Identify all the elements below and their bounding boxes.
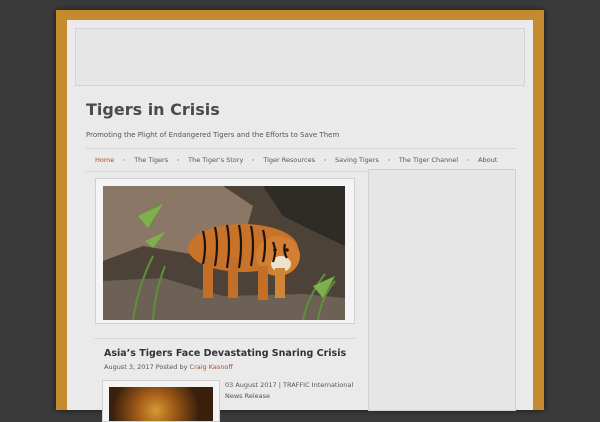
header-banner-area [75, 28, 525, 86]
nav-item-saving-tigers[interactable]: Saving Tigers [326, 156, 388, 164]
nav-item-tigers-story[interactable]: The Tiger’s Story [179, 156, 252, 164]
sidebar [368, 169, 516, 411]
content-divider [94, 338, 356, 339]
featured-tiger-image[interactable] [103, 186, 345, 320]
nav-item-about[interactable]: About [469, 156, 506, 164]
tiger-eye-thumbnail[interactable] [109, 387, 213, 421]
nav-item-tiger-resources[interactable]: Tiger Resources [254, 156, 324, 164]
nav-item-home[interactable]: Home [86, 156, 123, 164]
site-tagline: Promoting the Plight of Endangered Tiger… [86, 131, 340, 139]
post-date: August 3, 2017 [104, 363, 154, 371]
site-title[interactable]: Tigers in Crisis [86, 100, 220, 119]
nav-item-the-tigers[interactable]: The Tigers [125, 156, 177, 164]
post-meta: August 3, 2017 Posted by Craig Kasnoff [104, 363, 233, 371]
post-excerpt: 03 August 2017 | TRAFFIC International N… [225, 381, 354, 400]
tiger-illustration [103, 186, 345, 320]
post-author-link[interactable]: Craig Kasnoff [190, 363, 233, 371]
post-thumbnail-frame[interactable] [102, 380, 220, 422]
page-container: Tigers in Crisis Promoting the Plight of… [67, 20, 533, 422]
page-frame: Tigers in Crisis Promoting the Plight of… [56, 10, 544, 422]
post-title[interactable]: Asia’s Tigers Face Devastating Snaring C… [104, 348, 346, 359]
main-content: Asia’s Tigers Face Devastating Snaring C… [94, 171, 356, 422]
featured-image-frame[interactable] [95, 178, 355, 324]
posted-by-label: Posted by [155, 363, 188, 371]
nav-item-tiger-channel[interactable]: The Tiger Channel [390, 156, 467, 164]
